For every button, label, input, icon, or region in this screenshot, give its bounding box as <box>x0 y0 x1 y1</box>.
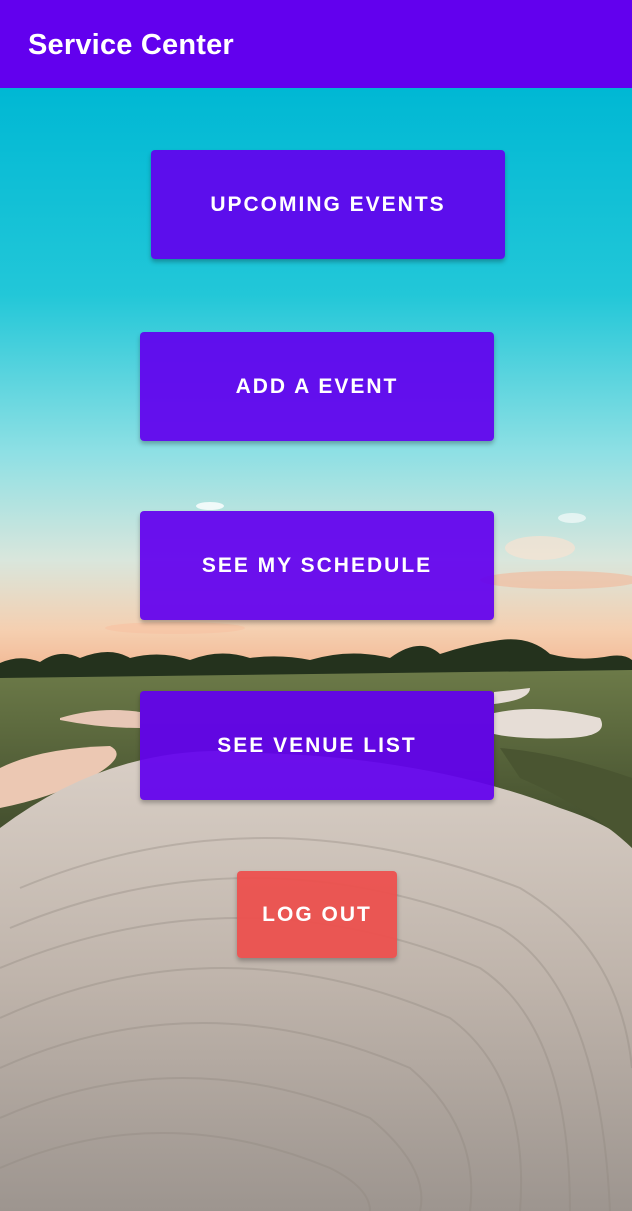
see-my-schedule-button[interactable]: SEE MY SCHEDULE <box>140 511 494 620</box>
app-bar: Service Center <box>0 0 632 88</box>
see-venue-list-button[interactable]: SEE VENUE LIST <box>140 691 494 800</box>
add-event-button[interactable]: ADD A EVENT <box>140 332 494 441</box>
app-title: Service Center <box>28 29 234 61</box>
upcoming-events-button[interactable]: UPCOMING EVENTS <box>151 150 505 259</box>
log-out-button[interactable]: LOG OUT <box>237 871 397 958</box>
screen: Service Center UPCOMING EVENTS ADD A EVE… <box>0 0 632 1211</box>
